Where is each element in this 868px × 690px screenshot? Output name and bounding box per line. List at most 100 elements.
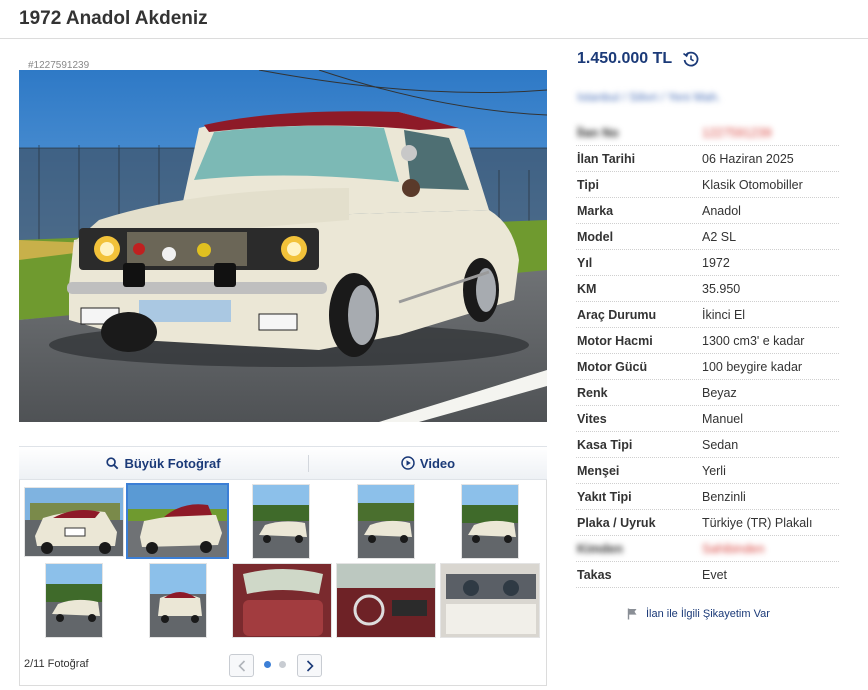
attribute-label: Araç Durumu (577, 308, 657, 322)
thumbnail-7[interactable] (149, 563, 207, 638)
attribute-label: Tipi (577, 178, 599, 192)
chevron-left-icon (237, 659, 245, 672)
thumbnail-6[interactable] (45, 563, 103, 638)
attribute-value: Beyaz (702, 386, 737, 400)
attribute-value: Evet (702, 568, 728, 582)
location-breadcrumb[interactable]: Istanbul / Silivri / Yeni Mah. (577, 90, 720, 104)
photo-counter: 2/11 Fotoğraf (24, 658, 89, 670)
thumbnail-4[interactable] (357, 484, 415, 559)
attribute-row: Yakıt Tipi Benzinli (576, 484, 839, 510)
attribute-label: KM (577, 282, 597, 296)
page-dot-2[interactable] (279, 661, 286, 668)
attribute-value: Anadol (702, 204, 741, 218)
attribute-value: 100 beygire kadar (702, 360, 803, 374)
attribute-label: Vites (577, 412, 607, 426)
price: 1.450.000 TL (577, 50, 673, 67)
attribute-value: 1972 (702, 256, 730, 270)
title-divider (0, 38, 868, 39)
attribute-row: Kimden Sahibinden (576, 536, 839, 562)
main-photo[interactable] (19, 70, 547, 422)
thumbnail-image (462, 485, 518, 558)
search-icon (106, 456, 119, 469)
video-label: Video (419, 455, 456, 471)
thumbnail-3[interactable] (252, 484, 310, 559)
attribute-value: A2 SL (702, 230, 737, 244)
thumbnail-5[interactable] (461, 484, 519, 559)
attribute-label: Menşei (577, 464, 620, 478)
page-dot-1[interactable] (264, 661, 271, 668)
attribute-row: Plaka / Uyruk Türkiye (TR) Plakalı (576, 510, 839, 536)
thumbnail-image (150, 564, 206, 637)
attribute-value: 06 Haziran 2025 (702, 152, 794, 166)
thumbnail-image (128, 485, 227, 557)
attribute-value: Manuel (702, 412, 743, 426)
chevron-right-icon (306, 659, 314, 672)
attribute-label: Yıl (577, 256, 593, 270)
play-icon (401, 456, 415, 470)
previous-page-button[interactable] (229, 654, 254, 677)
attribute-row: Model A2 SL (576, 224, 839, 250)
attribute-row: İlan No 1227591239 (576, 120, 839, 146)
attribute-row: Kasa Tipi Sedan (576, 432, 839, 458)
attribute-row: Tipi Klasik Otomobiller (576, 172, 839, 198)
thumbnail-image (337, 564, 435, 637)
attribute-label: Kasa Tipi (577, 438, 633, 452)
attribute-row: KM 35.950 (576, 276, 839, 302)
thumbnail-image (46, 564, 102, 637)
attribute-value: Sedan (702, 438, 739, 452)
attribute-value: Sahibinden (702, 542, 765, 556)
attribute-value: Yerli (702, 464, 726, 478)
thumbnail-1[interactable] (24, 487, 124, 557)
thumbnail-image (253, 485, 309, 558)
thumbnail-image (441, 564, 539, 637)
attribute-row: Motor Gücü 100 beygire kadar (576, 354, 839, 380)
attribute-label: Motor Gücü (577, 360, 648, 374)
thumbnail-image (358, 485, 414, 558)
attribute-label: Motor Hacmi (577, 334, 653, 348)
attribute-label: Marka (577, 204, 614, 218)
attribute-value: 35.950 (702, 282, 741, 296)
history-icon[interactable] (682, 50, 700, 68)
report-listing-label: İlan ile İlgili Şikayetim Var (646, 608, 770, 620)
attribute-value: 1300 cm3' e kadar (702, 334, 805, 348)
photo-tabs: Büyük Fotoğraf Video (19, 446, 547, 480)
attribute-row: Yıl 1972 (576, 250, 839, 276)
attribute-row: Menşei Yerli (576, 458, 839, 484)
attribute-row: Motor Hacmi 1300 cm3' e kadar (576, 328, 839, 354)
attribute-label: Takas (577, 568, 612, 582)
attribute-value: 1227591239 (702, 126, 772, 140)
attribute-label: Model (577, 230, 614, 244)
attribute-row: Araç Durumu İkinci El (576, 302, 839, 328)
attribute-value: Türkiye (TR) Plakalı (702, 516, 813, 530)
thumbnail-9[interactable] (336, 563, 436, 638)
attribute-row: İlan Tarihi 06 Haziran 2025 (576, 146, 839, 172)
thumbnail-8[interactable] (232, 563, 332, 638)
car-photo (19, 70, 547, 422)
attribute-value: Klasik Otomobiller (702, 178, 803, 192)
thumbnail-image (25, 488, 123, 556)
price-row: 1.450.000 TL (577, 50, 700, 68)
thumbnail-image (233, 564, 331, 637)
attribute-label: İlan Tarihi (577, 152, 636, 166)
attribute-row: Marka Anadol (576, 198, 839, 224)
attribute-row: Vites Manuel (576, 406, 839, 432)
page-title: 1972 Anadol Akdeniz (19, 8, 208, 29)
thumbnail-2-selected[interactable] (126, 483, 229, 559)
flag-icon (627, 608, 637, 620)
attribute-label: Plaka / Uyruk (577, 516, 656, 530)
next-page-button[interactable] (297, 654, 322, 677)
attribute-value: İkinci El (702, 308, 746, 322)
attribute-label: Kimden (577, 542, 623, 556)
attribute-value: Benzinli (702, 490, 746, 504)
attribute-label: Renk (577, 386, 608, 400)
report-listing-link[interactable]: İlan ile İlgili Şikayetim Var (627, 608, 770, 620)
large-photo-button[interactable]: Büyük Fotoğraf (19, 447, 308, 479)
attribute-label: Yakıt Tipi (577, 490, 632, 504)
thumbnail-10[interactable] (440, 563, 540, 638)
attribute-row: Takas Evet (576, 562, 839, 588)
video-button[interactable]: Video (309, 447, 547, 479)
attribute-label: İlan No (577, 126, 619, 140)
attribute-row: Renk Beyaz (576, 380, 839, 406)
attributes-table: İlan No 1227591239 İlan Tarihi 06 Haziran 2… (576, 120, 839, 588)
large-photo-label: Büyük Fotoğraf (124, 455, 221, 471)
